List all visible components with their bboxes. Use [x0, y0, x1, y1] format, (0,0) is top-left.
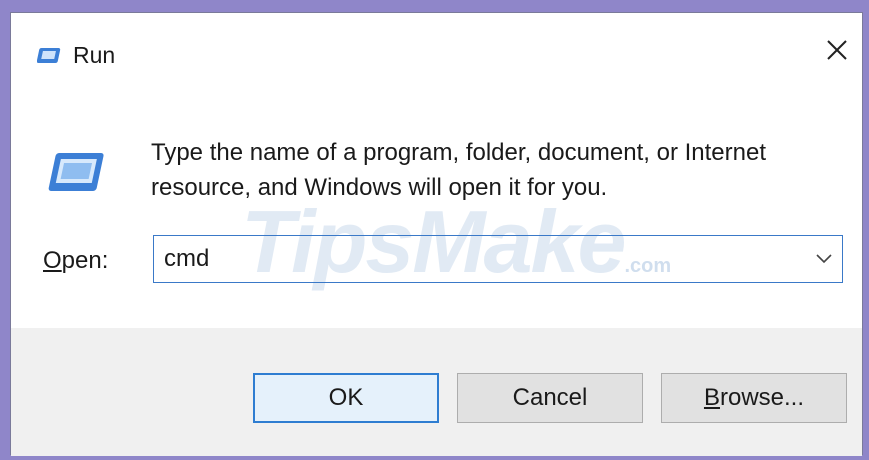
browse-button[interactable]: Browse...	[661, 373, 847, 423]
close-icon	[826, 39, 848, 66]
open-combobox[interactable]	[153, 235, 843, 283]
dropdown-button[interactable]	[812, 248, 836, 272]
chevron-down-icon	[816, 251, 832, 269]
open-label: Open:	[43, 247, 109, 274]
close-button[interactable]	[818, 33, 856, 71]
run-dialog: Run Type the name of a program, folder, …	[10, 12, 863, 456]
open-input[interactable]	[164, 244, 784, 274]
title-bar: Run	[11, 13, 862, 93]
cancel-button[interactable]: Cancel	[457, 373, 643, 423]
run-icon	[36, 46, 63, 66]
button-bar: OK Cancel Browse...	[11, 328, 862, 456]
run-icon	[45, 149, 107, 197]
ok-button[interactable]: OK	[253, 373, 439, 423]
dialog-description: Type the name of a program, folder, docu…	[151, 139, 767, 201]
window-title: Run	[73, 42, 116, 68]
